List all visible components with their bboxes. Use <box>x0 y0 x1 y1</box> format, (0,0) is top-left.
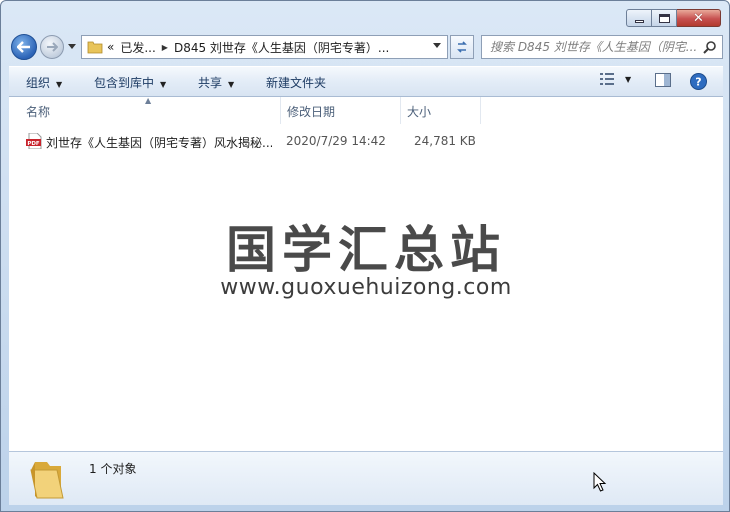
column-name-label: 名称 <box>26 105 51 119</box>
recent-pages-dropdown[interactable] <box>67 42 76 51</box>
column-header-size[interactable]: 大小 <box>401 97 481 124</box>
breadcrumb-overflow[interactable]: « <box>107 40 114 54</box>
chevron-down-icon: ▼ <box>228 80 235 89</box>
arrow-left-icon <box>17 41 30 53</box>
help-icon: ? <box>690 73 707 90</box>
organize-label: 组织 <box>26 76 51 90</box>
file-date: 2020/7/29 14:42 <box>286 134 386 148</box>
address-bar[interactable]: « 已发... ▶ D845 刘世存《人生基因（阴宅专著）... <box>81 35 448 59</box>
file-name[interactable]: 刘世存《人生基因（阴宅专著）风水揭秘... <box>46 134 272 151</box>
refresh-button[interactable] <box>450 35 474 59</box>
include-in-library-label: 包含到库中 <box>94 76 155 90</box>
chevron-down-icon: ▼ <box>56 80 63 89</box>
column-date-label: 修改日期 <box>287 105 336 119</box>
new-folder-label: 新建文件夹 <box>266 76 327 90</box>
chevron-down-icon <box>67 44 76 49</box>
file-row[interactable]: PDF 刘世存《人生基因（阴宅专著）风水揭秘... 2020/7/29 14:4… <box>25 133 485 151</box>
minimize-button[interactable] <box>626 9 652 27</box>
item-count: 1 个对象 <box>89 462 137 476</box>
folder-icon <box>30 462 64 499</box>
close-icon: ✕ <box>693 10 704 26</box>
column-header-date[interactable]: 修改日期 <box>281 97 401 124</box>
breadcrumb-item-parent[interactable]: 已发... <box>120 39 155 56</box>
view-options-button[interactable]: ▼ <box>600 73 631 85</box>
navigation-bar: « 已发... ▶ D845 刘世存《人生基因（阴宅专著）... <box>9 32 723 62</box>
chevron-down-icon: ▼ <box>160 80 167 89</box>
preview-pane-icon <box>655 73 671 87</box>
search-box[interactable] <box>481 35 723 59</box>
caption-buttons: ✕ <box>626 9 721 27</box>
view-list-icon <box>600 73 614 85</box>
sort-ascending-icon: ▲ <box>145 96 152 105</box>
back-button[interactable] <box>11 34 37 60</box>
search-icon[interactable] <box>703 40 717 54</box>
organize-menu[interactable]: 组织 ▼ <box>26 74 62 91</box>
minimize-icon <box>634 19 644 23</box>
details-pane: 1 个对象 <box>9 451 723 505</box>
column-header-name[interactable]: 名称 ▲ <box>9 96 281 124</box>
address-dropdown-icon[interactable] <box>433 43 441 48</box>
maximize-icon <box>658 13 670 23</box>
share-label: 共享 <box>198 76 223 90</box>
pdf-file-icon: PDF <box>26 133 42 149</box>
watermark-title: 国学汇总站 <box>226 221 506 279</box>
include-in-library-menu[interactable]: 包含到库中 ▼ <box>94 74 166 91</box>
search-input[interactable] <box>490 40 702 54</box>
forward-button[interactable] <box>40 35 64 59</box>
mouse-cursor-icon <box>593 472 607 492</box>
file-list[interactable]: 名称 ▲ 修改日期 大小 PDF 刘世存《人生基因（阴宅专著）风水揭秘... 2… <box>9 96 723 451</box>
explorer-window: ✕ « 已发... ▶ D845 刘世存《人生基因（阴宅专著）... 搜索 D8… <box>0 0 730 512</box>
help-button[interactable]: ? <box>690 73 707 90</box>
new-folder-button[interactable]: 新建文件夹 <box>266 74 326 91</box>
chevron-right-icon[interactable]: ▶ <box>162 43 168 52</box>
folder-icon <box>87 41 103 54</box>
column-size-label: 大小 <box>407 105 432 119</box>
refresh-icon <box>457 41 467 53</box>
svg-text:?: ? <box>695 76 701 89</box>
watermark-url: www.guoxuehuizong.com <box>220 275 512 300</box>
chevron-down-icon[interactable]: ▼ <box>625 75 631 84</box>
share-menu[interactable]: 共享 ▼ <box>198 74 234 91</box>
file-size: 24,781 KB <box>414 134 476 148</box>
command-bar: 组织 ▼ 包含到库中 ▼ 共享 ▼ 新建文件夹 ▼ ? <box>9 66 723 97</box>
preview-pane-button[interactable] <box>655 73 671 87</box>
svg-text:PDF: PDF <box>27 141 40 147</box>
maximize-button[interactable] <box>652 9 677 27</box>
arrow-right-icon <box>47 42 58 52</box>
close-button[interactable]: ✕ <box>677 9 721 27</box>
breadcrumb-item-current[interactable]: D845 刘世存《人生基因（阴宅专著）... <box>174 39 389 56</box>
